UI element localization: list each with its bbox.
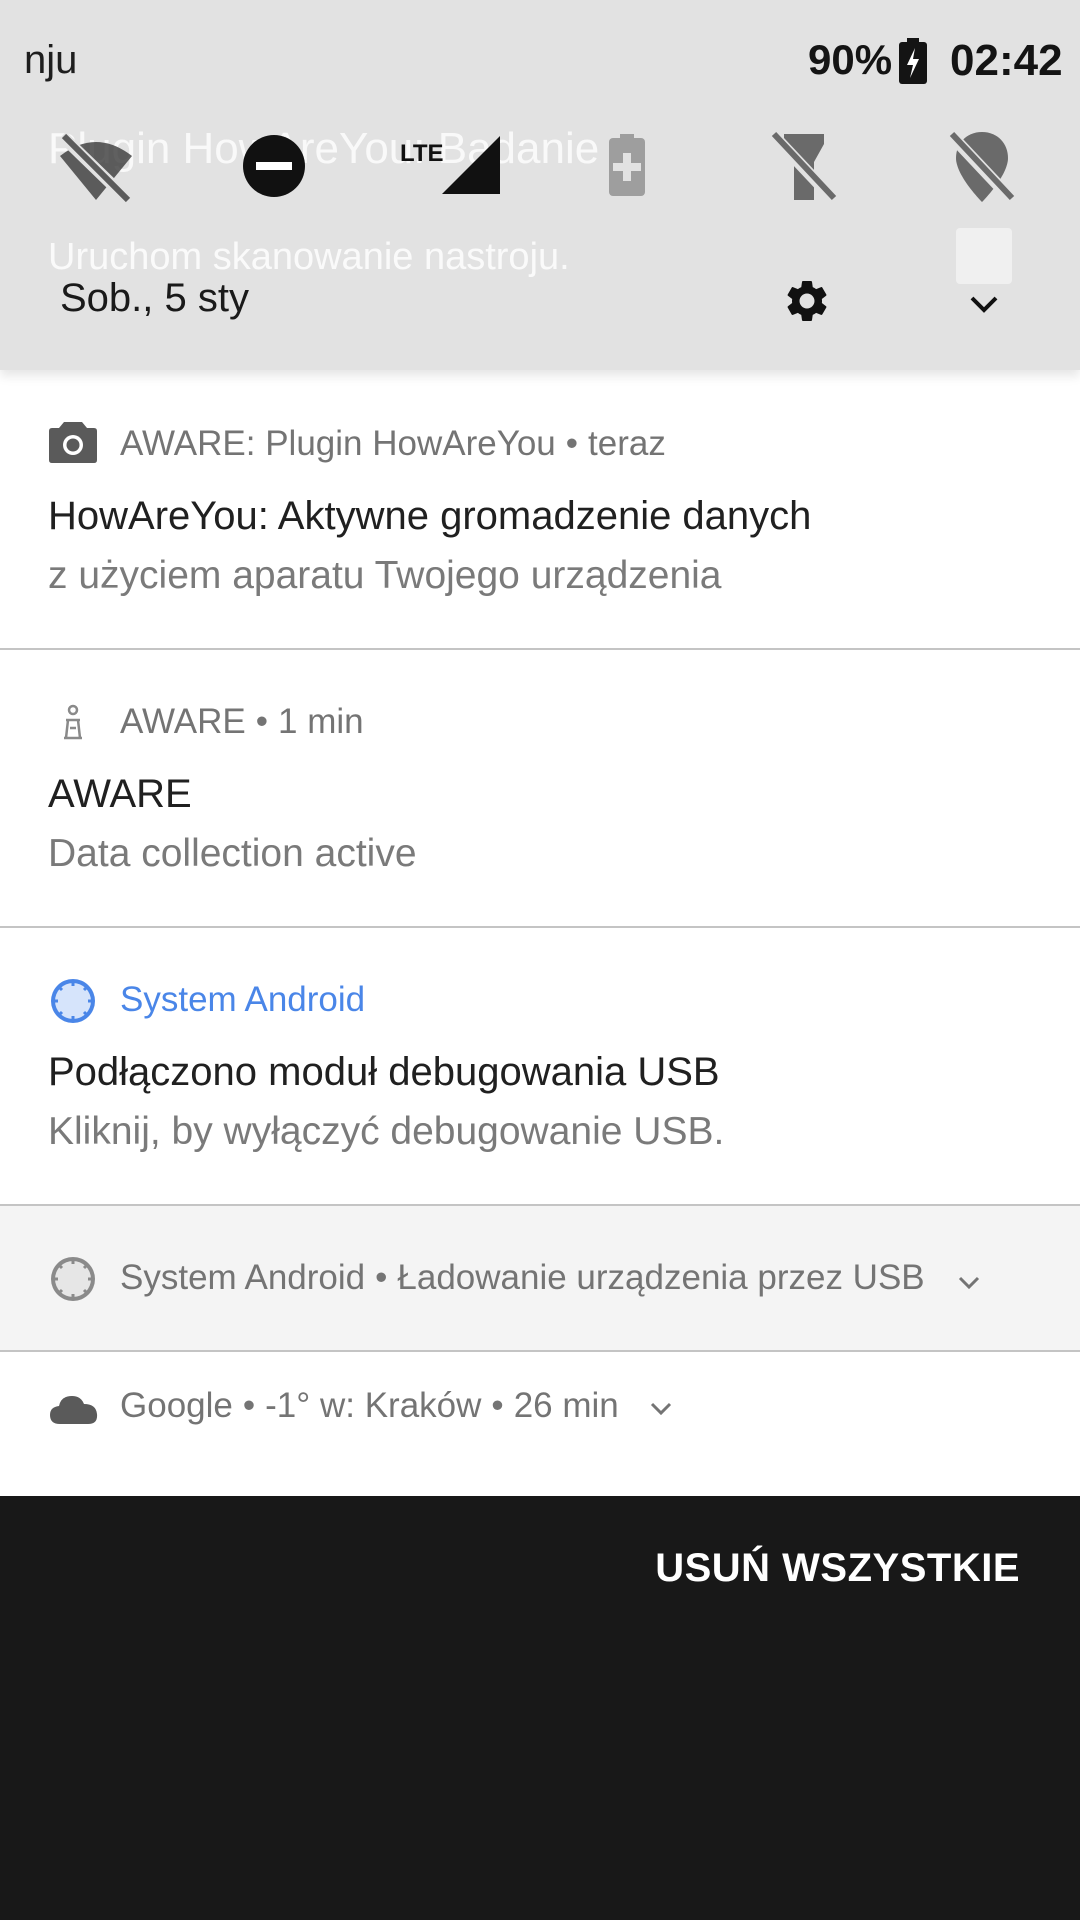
notification-app-name: System Android xyxy=(120,1258,366,1297)
chevron-down-icon[interactable] xyxy=(964,284,1004,324)
android-system-icon xyxy=(51,1257,95,1301)
battery-saver-icon[interactable] xyxy=(584,126,668,210)
aware-app-icon xyxy=(64,704,82,740)
notification-card[interactable]: AWARE • 1 min AWARE Data collection active xyxy=(0,650,1080,926)
battery-percent: 90% xyxy=(808,36,893,83)
notification-time: 26 min xyxy=(513,1386,619,1425)
notification-header: System Android xyxy=(120,980,365,1020)
notification-title: HowAreYou: Aktywne gromadzenie danych xyxy=(48,494,812,538)
expand-chevron-icon[interactable] xyxy=(646,1394,676,1424)
notification-header: AWARE • 1 min xyxy=(120,702,364,741)
background-notification-text: Uruchom skanowanie nastroju. xyxy=(48,236,570,278)
notification-text: Data collection active xyxy=(48,832,417,875)
notification-header: Google • -1° w: Kraków • 26 min xyxy=(120,1386,619,1425)
notification-card-collapsed[interactable]: Google • -1° w: Kraków • 26 min xyxy=(0,1352,1080,1496)
settings-gear-icon[interactable] xyxy=(782,276,832,326)
location-off-icon[interactable] xyxy=(940,126,1024,210)
notification-time: 1 min xyxy=(278,702,364,741)
do-not-disturb-icon[interactable] xyxy=(232,126,316,210)
notification-app-name: AWARE: Plugin HowAreYou xyxy=(120,424,556,463)
notification-summary: -1° w: Kraków xyxy=(265,1386,482,1425)
notification-time: teraz xyxy=(588,424,666,463)
notification-card-collapsed[interactable]: System Android • Ładowanie urządzenia prze… xyxy=(0,1206,1080,1350)
cloud-icon xyxy=(50,1396,98,1424)
notification-summary: Ładowanie urządzenia przez USB xyxy=(397,1258,925,1297)
notification-header: System Android • Ładowanie urządzenia prze… xyxy=(120,1258,925,1297)
clear-all-button[interactable]: USUŃ WSZYSTKIE xyxy=(655,1546,1020,1591)
wifi-off-icon[interactable] xyxy=(54,126,138,210)
quick-settings-panel: Plugin HowAreYou: Badanie Uruchom skanow… xyxy=(0,0,1080,370)
notification-title: AWARE xyxy=(48,772,192,816)
date-label: Sob., 5 sty xyxy=(60,276,249,320)
clock: 02:42 xyxy=(950,36,1063,85)
notification-card[interactable]: AWARE: Plugin HowAreYou • teraz HowAreYou:… xyxy=(0,370,1080,648)
notification-app-name: Google xyxy=(120,1386,233,1425)
expand-chevron-icon[interactable] xyxy=(954,1268,984,1298)
camera-icon xyxy=(49,422,97,463)
battery-charging-icon xyxy=(899,38,927,84)
notification-app-name: System Android xyxy=(120,980,366,1019)
notification-app-name: AWARE xyxy=(120,702,246,741)
notification-text: z użyciem aparatu Twojego urządzenia xyxy=(48,554,722,597)
android-system-icon xyxy=(51,979,95,1023)
flashlight-off-icon[interactable] xyxy=(762,126,846,210)
notification-text: Kliknij, by wyłączyć debugowanie USB. xyxy=(48,1110,725,1153)
notification-card[interactable]: System Android Podłączono moduł debugowa… xyxy=(0,928,1080,1204)
notification-title: Podłączono moduł debugowania USB xyxy=(48,1050,720,1094)
notification-header: AWARE: Plugin HowAreYou • teraz xyxy=(120,424,666,463)
carrier-name: nju xyxy=(24,38,78,82)
lte-signal-icon[interactable] xyxy=(436,126,520,210)
background-checkbox xyxy=(956,228,1012,284)
